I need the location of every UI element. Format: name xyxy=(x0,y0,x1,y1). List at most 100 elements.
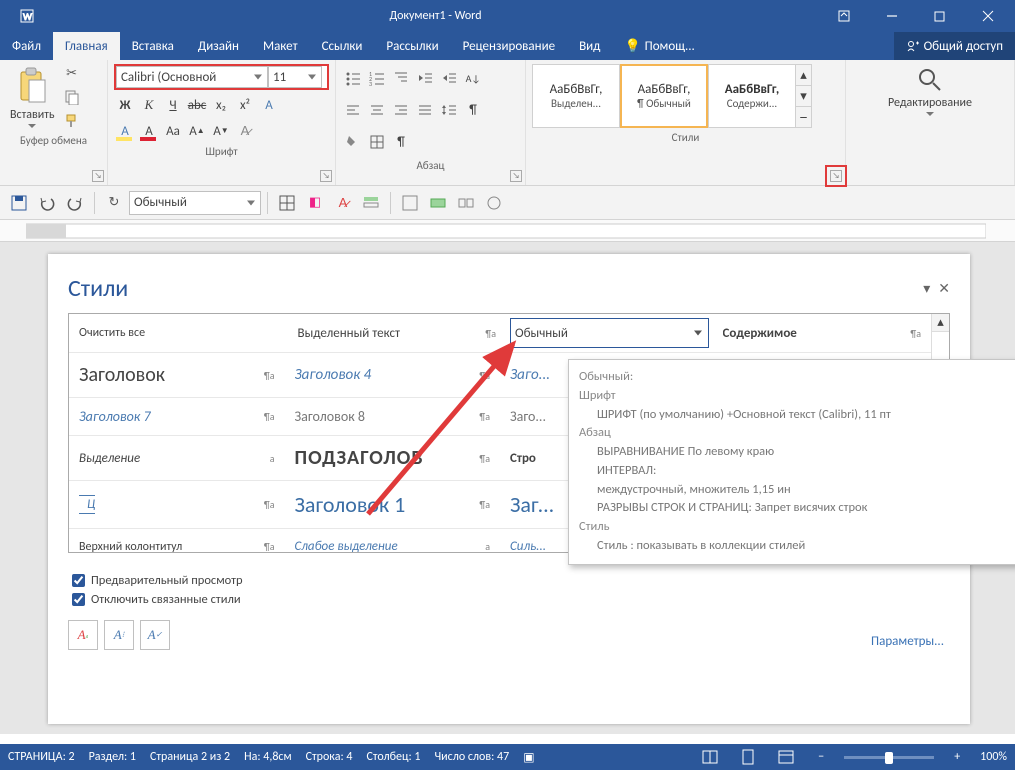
tab-insert[interactable]: Вставка xyxy=(120,32,186,60)
status-section[interactable]: Раздел: 1 xyxy=(89,750,136,764)
font-size-combo[interactable]: 11 xyxy=(268,66,322,88)
grow-font-button[interactable]: A▲ xyxy=(186,120,208,142)
status-col[interactable]: Столбец: 1 xyxy=(366,750,420,764)
pane-dropdown-icon[interactable]: ▾ xyxy=(923,280,930,297)
multilevel-button[interactable] xyxy=(390,67,412,89)
print-layout-icon[interactable] xyxy=(736,747,760,767)
close-button[interactable] xyxy=(965,2,1011,30)
styles-launcher[interactable]: ↘ xyxy=(830,170,842,182)
merge-icon[interactable] xyxy=(425,190,451,216)
minimize-button[interactable] xyxy=(869,2,915,30)
sort-button[interactable]: A↓ xyxy=(462,67,484,89)
share-button[interactable]: Общий доступ xyxy=(894,32,1015,60)
pane-close-icon[interactable]: ✕ xyxy=(938,280,950,297)
table2-icon[interactable] xyxy=(397,190,423,216)
undo-icon[interactable] xyxy=(34,190,60,216)
new-style-button[interactable]: A₄ xyxy=(68,620,98,650)
style-normal-combo[interactable]: Обычный xyxy=(506,314,713,352)
status-words[interactable]: Число слов: 47 xyxy=(434,750,509,764)
style-heading1[interactable]: Заголовок 1¶a xyxy=(285,481,501,528)
italic-button[interactable]: К xyxy=(138,94,160,116)
clear-formatting-button[interactable]: A̷ xyxy=(234,120,256,142)
style-toc-contents[interactable]: Содержимое¶a xyxy=(713,314,932,352)
bold-button[interactable]: Ж xyxy=(114,94,136,116)
status-line[interactable]: Строка: 4 xyxy=(306,750,353,764)
style-header-footer[interactable]: Верхний колонтитул¶a xyxy=(69,529,285,553)
tab-tell-me[interactable]: 💡Помощ... xyxy=(612,32,706,60)
show-marks-button[interactable]: ¶ xyxy=(462,99,484,121)
preview-checkbox[interactable]: Предварительный просмотр xyxy=(72,573,950,588)
status-page-of[interactable]: Страница 2 из 2 xyxy=(150,750,230,764)
read-mode-icon[interactable] xyxy=(698,747,722,767)
macro-icon[interactable]: ▣ xyxy=(523,750,534,765)
style-subtle-emphasis[interactable]: Слабое выделениеa xyxy=(285,529,501,553)
decrease-indent-button[interactable] xyxy=(414,67,436,89)
increase-indent-button[interactable] xyxy=(438,67,460,89)
numbering-button[interactable]: 123 xyxy=(366,67,388,89)
table-icon[interactable] xyxy=(274,190,300,216)
shrink-font-button[interactable]: A▼ xyxy=(210,120,232,142)
justify-button[interactable] xyxy=(414,99,436,121)
parameters-link[interactable]: Параметры... xyxy=(871,634,944,649)
redo-icon[interactable] xyxy=(62,190,88,216)
tab-design[interactable]: Дизайн xyxy=(186,32,251,60)
strike-button[interactable]: abc xyxy=(186,94,208,116)
tab-layout[interactable]: Макет xyxy=(251,32,310,60)
status-page[interactable]: СТРАНИЦА: 2 xyxy=(8,750,75,764)
style-heading7[interactable]: Заголовок 7¶a xyxy=(69,398,285,435)
style-heading4[interactable]: Заголовок 4¶a xyxy=(285,353,501,397)
style-clear-all[interactable]: Очистить все xyxy=(69,314,288,352)
ribbon-options-icon[interactable] xyxy=(821,2,867,30)
zoom-in-icon[interactable]: + xyxy=(948,750,966,764)
circle-icon[interactable] xyxy=(481,190,507,216)
align-center-button[interactable] xyxy=(366,99,388,121)
zoom-slider[interactable] xyxy=(844,756,934,759)
style-highlighted[interactable]: АаБбВвГг, Выделен... xyxy=(532,64,620,128)
font-launcher[interactable]: ↘ xyxy=(320,170,332,182)
text-effects-button[interactable]: A xyxy=(258,94,280,116)
tab-home[interactable]: Главная xyxy=(53,32,120,60)
style-normal[interactable]: АаБбВвГг, ¶ Обычный xyxy=(620,64,708,128)
editing-button[interactable]: Редактирование xyxy=(852,64,1008,119)
style-highlighted-text[interactable]: Выделенный текст¶a xyxy=(288,314,507,352)
superscript-button[interactable]: x² xyxy=(234,94,256,116)
zoom-out-icon[interactable]: − xyxy=(812,750,830,764)
shading-button[interactable] xyxy=(342,131,364,153)
tab-review[interactable]: Рецензирование xyxy=(451,32,567,60)
paragraph-launcher[interactable]: ↘ xyxy=(510,170,522,182)
maximize-button[interactable] xyxy=(917,2,963,30)
bullets-button[interactable] xyxy=(342,67,364,89)
clear-format-icon[interactable]: A̷ xyxy=(330,190,356,216)
format-painter-icon[interactable] xyxy=(63,112,81,130)
highlight-button[interactable]: A xyxy=(114,120,136,142)
style-toc[interactable]: АаБбВвГг, Содержи... xyxy=(708,64,796,128)
underline-button[interactable]: Ч xyxy=(162,94,184,116)
style-emphasis[interactable]: Выделениеa xyxy=(69,436,285,480)
tab-mailings[interactable]: Рассылки xyxy=(374,32,450,60)
style-quote[interactable]: Цитата¶a xyxy=(69,481,285,528)
paste-button[interactable]: Вставить xyxy=(6,64,59,131)
style-inspector-button[interactable]: A⁝ xyxy=(104,620,134,650)
cut-icon[interactable]: ✂ xyxy=(63,64,81,82)
font-name-combo[interactable]: Calibri (Основной xyxy=(116,66,268,88)
line-spacing-button[interactable] xyxy=(438,99,460,121)
style-subtitle[interactable]: ПОДЗАГОЛОВ¶a xyxy=(285,436,501,480)
align-right-button[interactable] xyxy=(390,99,412,121)
zoom-value[interactable]: 100% xyxy=(980,750,1007,764)
redo2-icon[interactable]: ↻ xyxy=(101,190,127,216)
save-icon[interactable] xyxy=(6,190,32,216)
style-combo[interactable]: Обычный xyxy=(129,191,261,215)
font-color-button[interactable]: A xyxy=(138,120,160,142)
tab-file[interactable]: Файл xyxy=(0,32,53,60)
tab-references[interactable]: Ссылки xyxy=(310,32,375,60)
manage-styles-button[interactable]: A✓ xyxy=(140,620,170,650)
status-at[interactable]: На: 4,8см xyxy=(244,750,292,764)
style-heading8[interactable]: Заголовок 8¶a xyxy=(285,398,501,435)
subscript-button[interactable]: x₂ xyxy=(210,94,232,116)
web-layout-icon[interactable] xyxy=(774,747,798,767)
pilcrow-button[interactable]: ¶ xyxy=(390,131,412,153)
copy-icon[interactable] xyxy=(63,88,81,106)
eraser-icon[interactable]: ◧ xyxy=(302,190,328,216)
gallery-scroll[interactable]: ▴ ▾ ⎯ xyxy=(796,64,812,128)
disable-linked-checkbox[interactable]: Отключить связанные стили xyxy=(72,592,950,607)
